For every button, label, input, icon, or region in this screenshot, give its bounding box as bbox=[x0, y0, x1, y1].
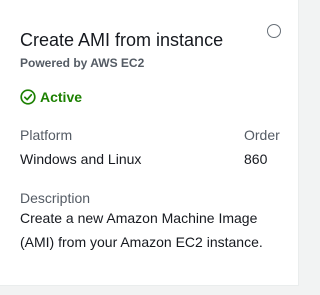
platform-label: Platform bbox=[20, 127, 73, 143]
description-text: Create a new Amazon Machine Image (AMI) … bbox=[20, 210, 263, 250]
order-label: Order bbox=[244, 127, 280, 143]
card-title: Create AMI from instance bbox=[20, 30, 224, 50]
check-circle-icon bbox=[20, 89, 36, 105]
status-indicator: Active bbox=[20, 88, 82, 106]
status-text: Active bbox=[40, 89, 83, 105]
order-value: 860 bbox=[244, 151, 268, 167]
automation-card[interactable]: Create AMI from instance Powered by AWS … bbox=[0, 0, 299, 286]
select-radio-button[interactable] bbox=[267, 24, 281, 38]
card-subtitle: Powered by AWS EC2 bbox=[20, 56, 145, 70]
description-label: Description bbox=[20, 190, 91, 206]
platform-value: Windows and Linux bbox=[20, 151, 142, 167]
